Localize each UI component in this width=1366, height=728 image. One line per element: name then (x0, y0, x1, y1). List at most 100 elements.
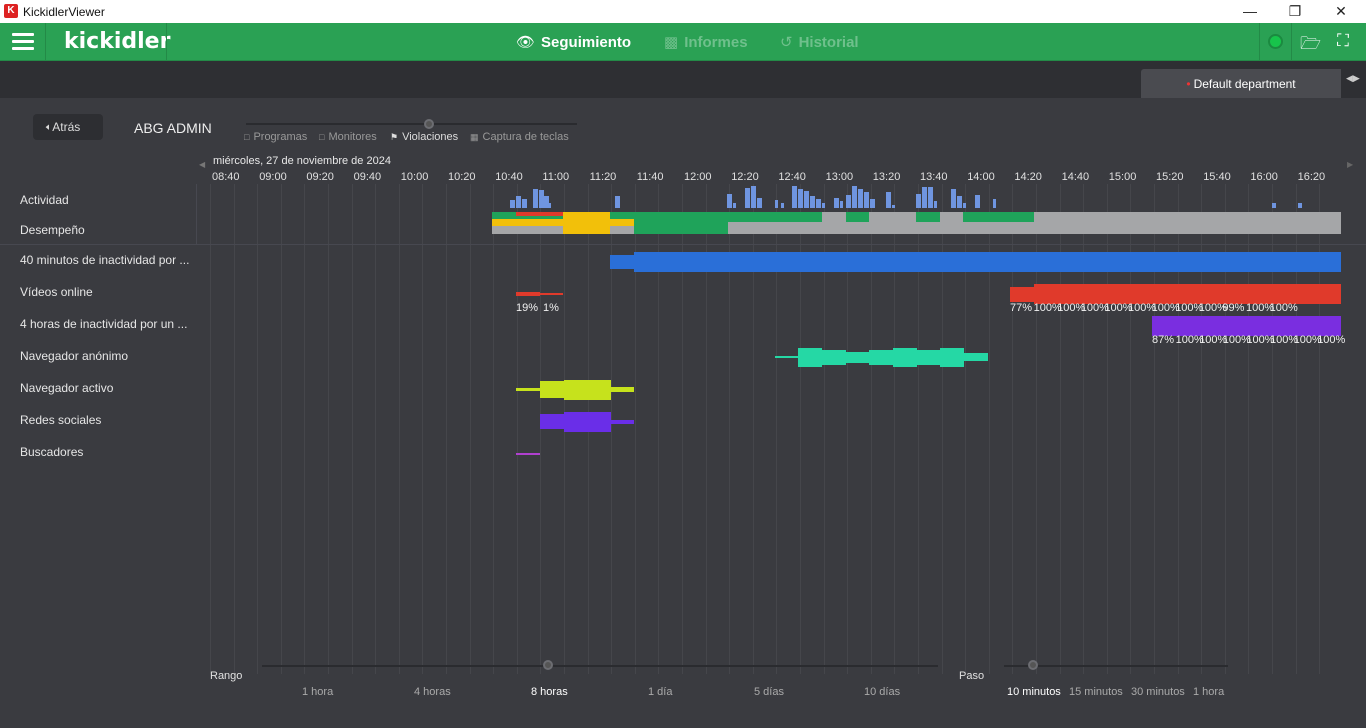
range-option[interactable]: 1 día (648, 686, 672, 698)
activity-bar (792, 186, 797, 208)
scroll-left-icon[interactable]: ◀ (199, 160, 205, 169)
range-option[interactable]: 4 horas (414, 686, 451, 698)
scroll-right-icon[interactable]: ▶ (1347, 160, 1353, 169)
step-option[interactable]: 1 hora (1193, 686, 1224, 698)
gridline (398, 184, 400, 674)
active-browser-bar[interactable] (516, 388, 540, 391)
anon-browser-bar[interactable] (798, 348, 822, 367)
time-tick-label: 15:20 (1156, 171, 1184, 183)
divider (166, 23, 167, 61)
restore-button[interactable]: ❐ (1272, 0, 1318, 23)
row-label-inactividad-40[interactable]: 40 minutos de inactividad por ... (20, 253, 189, 267)
inactivity-40-bar[interactable] (610, 255, 634, 269)
row-label-videos-online[interactable]: Vídeos online (20, 285, 93, 299)
mode-slider-track[interactable] (246, 123, 577, 125)
nav-historial[interactable]: ↺ Historial (780, 33, 859, 51)
search-engine-bar[interactable] (516, 453, 540, 455)
mode-violaciones[interactable]: ⚑ Violaciones (390, 131, 458, 143)
top-navigation-bar: kickidler 👁 Seguimiento ▩ Informes ↺ Histor… (0, 23, 1366, 61)
range-option[interactable]: 1 hora (302, 686, 333, 698)
gridline (328, 184, 329, 674)
performance-productive-bar[interactable] (963, 212, 1034, 222)
add-folder-icon[interactable]: 🗁 (1300, 31, 1321, 60)
inactivity-40-bar[interactable] (634, 252, 1341, 272)
range-option[interactable]: 10 días (864, 686, 900, 698)
active-browser-bar[interactable] (540, 381, 564, 398)
anon-browser-bar[interactable] (893, 348, 917, 367)
percent-label: 100% (1317, 334, 1346, 346)
fullscreen-icon[interactable]: ⛶ (1337, 31, 1349, 51)
anon-browser-bar[interactable] (846, 352, 869, 363)
step-option[interactable]: 15 minutos (1069, 686, 1123, 698)
performance-productive-bar[interactable] (916, 212, 940, 222)
social-bar[interactable] (564, 412, 611, 432)
step-option[interactable]: 30 minutos (1131, 686, 1185, 698)
performance-warning-bar[interactable] (610, 219, 634, 226)
video-online-bar[interactable] (1034, 284, 1341, 304)
performance-productive-bar[interactable] (846, 212, 869, 222)
window-icon: □ (244, 132, 250, 142)
activity-bar (975, 195, 980, 208)
divider (1291, 23, 1292, 61)
anon-browser-bar[interactable] (869, 350, 893, 365)
step-slider-knob[interactable] (1028, 660, 1038, 670)
performance-warning-bar[interactable] (563, 212, 610, 234)
anon-browser-bar[interactable] (917, 350, 940, 365)
time-tick-label: 10:40 (495, 171, 523, 183)
document-icon: ▩ (664, 34, 679, 51)
mode-slider-knob[interactable] (424, 119, 434, 129)
anon-browser-bar[interactable] (775, 356, 798, 358)
range-option[interactable]: 8 horas (531, 686, 568, 698)
inactivity-4h-bar[interactable] (1152, 316, 1341, 336)
range-option[interactable]: 5 días (754, 686, 784, 698)
row-label-buscadores[interactable]: Buscadores (20, 445, 83, 459)
mode-programas[interactable]: □ Programas (244, 131, 307, 143)
mode-monitores[interactable]: □ Monitores (319, 131, 377, 143)
range-slider-track[interactable] (262, 665, 938, 667)
row-label-redes-sociales[interactable]: Redes sociales (20, 413, 101, 427)
video-online-bar[interactable] (516, 292, 540, 296)
time-tick-label: 10:00 (400, 171, 429, 183)
active-browser-bar[interactable] (564, 380, 611, 400)
gridline (516, 184, 518, 674)
performance-violation-bar[interactable] (516, 212, 563, 216)
scroll-tabs-icon[interactable]: ◀▶ (1346, 73, 1360, 84)
menu-icon[interactable] (12, 33, 34, 51)
gridline (351, 184, 353, 674)
performance-warning-bar[interactable] (492, 219, 563, 226)
row-label-inactividad-4h[interactable]: 4 horas de inactividad por un ... (20, 317, 187, 331)
nav-label: Informes (684, 34, 748, 51)
anon-browser-bar[interactable] (822, 350, 846, 365)
kickidler-logo: kickidler (64, 29, 171, 54)
nav-seguimiento[interactable]: 👁 Seguimiento (516, 33, 631, 51)
row-label-navegador-activo[interactable]: Navegador activo (20, 381, 113, 395)
range-slider-knob[interactable] (543, 660, 553, 670)
nav-label: Historial (798, 34, 859, 51)
social-bar[interactable] (611, 420, 634, 424)
performance-productive-bar[interactable] (634, 212, 728, 234)
department-tab[interactable]: • Default department (1141, 69, 1341, 98)
video-online-bar[interactable] (1010, 287, 1034, 302)
activity-bar (781, 203, 784, 208)
activity-bar (1298, 203, 1302, 208)
step-option[interactable]: 10 minutos (1007, 686, 1061, 698)
video-online-bar[interactable] (540, 293, 563, 295)
back-button[interactable]: 🢐 Atrás (33, 114, 103, 140)
social-bar[interactable] (540, 414, 564, 429)
nav-informes[interactable]: ▩ Informes (664, 33, 748, 51)
gridline (233, 184, 235, 674)
close-button[interactable]: ✕ (1318, 0, 1364, 23)
performance-productive-bar[interactable] (610, 212, 634, 219)
minimize-button[interactable]: — (1227, 0, 1273, 23)
performance-productive-bar[interactable] (728, 212, 822, 222)
anon-browser-bar[interactable] (964, 353, 988, 361)
row-label-navegador-anonimo[interactable]: Navegador anónimo (20, 349, 128, 363)
activity-bar (548, 203, 551, 208)
active-browser-bar[interactable] (611, 387, 634, 392)
activity-bar (757, 198, 762, 208)
activity-bar (957, 196, 962, 208)
activity-bar (864, 192, 869, 208)
flag-icon: ⚑ (390, 132, 399, 142)
anon-browser-bar[interactable] (940, 348, 964, 367)
mode-captura-teclas[interactable]: ▦ Captura de teclas (470, 131, 569, 143)
